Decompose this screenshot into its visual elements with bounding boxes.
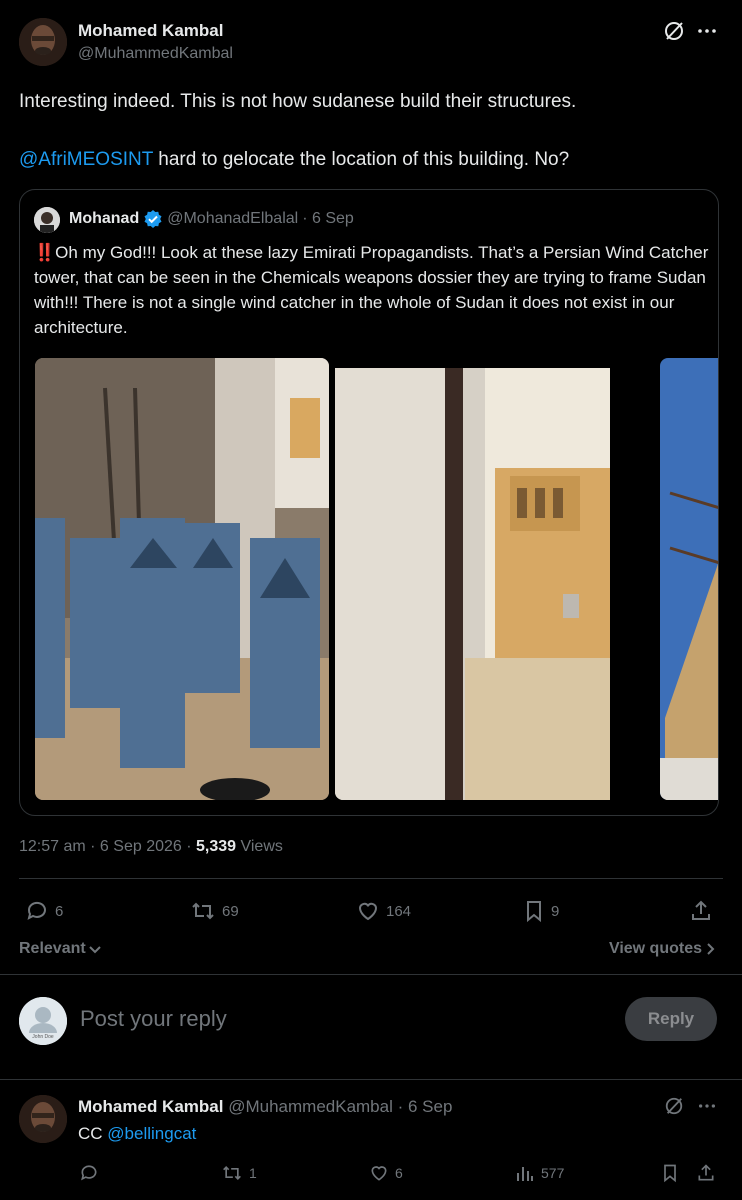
quote-author-row: Mohanad @MohanadElbalal · 6 Sep xyxy=(69,209,354,229)
reply-button[interactable]: Reply xyxy=(625,997,717,1041)
reply-input[interactable]: Post your reply xyxy=(80,1006,227,1032)
author-avatar[interactable] xyxy=(19,18,67,66)
post-meta: 12:57 am · 6 Sep 2026 · 5,339 Views xyxy=(19,838,283,856)
reply-repost-count: 1 xyxy=(249,1165,257,1181)
share-icon[interactable] xyxy=(696,1163,716,1183)
heart-icon xyxy=(369,1163,389,1183)
views-count: 5,339 xyxy=(196,838,237,855)
reply-like-count: 6 xyxy=(395,1165,403,1181)
reply-icon xyxy=(79,1163,99,1183)
grok-icon[interactable] xyxy=(663,20,685,42)
reply-repost-action[interactable]: 1 xyxy=(221,1163,257,1183)
reply-mention-link[interactable]: @bellingcat xyxy=(107,1124,196,1143)
reply-reply-action[interactable] xyxy=(79,1163,105,1183)
view-quotes-link[interactable]: View quotes xyxy=(609,940,716,958)
heart-icon xyxy=(356,899,380,923)
mention-link[interactable]: @AfriMEOSINT xyxy=(19,149,153,170)
divider xyxy=(19,878,723,879)
post-time[interactable]: 12:57 am · 6 Sep 2026 · xyxy=(19,838,196,855)
reply-count: 6 xyxy=(55,902,64,920)
more-icon[interactable] xyxy=(697,1096,717,1116)
reply-author-handle[interactable]: @MuhammedKambal xyxy=(228,1097,393,1116)
bookmark-action[interactable]: 9 xyxy=(523,899,559,923)
like-count: 164 xyxy=(386,902,412,920)
like-action[interactable]: 164 xyxy=(356,899,411,923)
repost-icon xyxy=(221,1163,243,1183)
repost-count: 69 xyxy=(222,902,239,920)
reply-like-action[interactable]: 6 xyxy=(369,1163,403,1183)
post-text-line1: Interesting indeed. This is not how suda… xyxy=(19,91,577,112)
reply-text-prefix: CC xyxy=(78,1124,108,1143)
bookmark-icon xyxy=(523,899,545,923)
post-text-line2: @AfriMEOSINT hard to gelocate the locati… xyxy=(19,148,569,172)
more-icon[interactable] xyxy=(696,20,718,42)
verified-badge-icon xyxy=(143,209,163,229)
divider xyxy=(0,974,742,975)
sort-relevant-label: Relevant xyxy=(19,940,86,957)
grok-icon[interactable] xyxy=(664,1096,684,1116)
quote-media-3[interactable] xyxy=(660,358,718,800)
reply-views-count: 577 xyxy=(541,1165,565,1181)
quote-body: Oh my God!!! Look at these lazy Emirati … xyxy=(34,243,709,337)
quoted-post[interactable]: Mohanad @MohanadElbalal · 6 Sep ‼️Oh my … xyxy=(19,189,719,816)
views-label: Views xyxy=(236,838,283,855)
divider xyxy=(0,1079,742,1080)
post-text-rest: hard to gelocate the location of this bu… xyxy=(153,149,570,170)
view-quotes-label: View quotes xyxy=(608,940,702,957)
reply-author-row: Mohamed Kambal @MuhammedKambal · 6 Sep xyxy=(78,1097,452,1117)
quote-media-2[interactable] xyxy=(335,358,653,800)
quote-date[interactable]: · 6 Sep xyxy=(302,210,354,228)
bookmark-icon[interactable] xyxy=(660,1163,680,1183)
repost-action[interactable]: 69 xyxy=(190,899,239,923)
reply-action[interactable]: 6 xyxy=(25,899,63,923)
bookmark-count: 9 xyxy=(551,902,560,920)
reply-author-name[interactable]: Mohamed Kambal xyxy=(78,1097,223,1116)
reply-text: CC @bellingcat xyxy=(78,1124,196,1144)
sort-relevant[interactable]: Relevant xyxy=(19,940,102,958)
quote-author-name[interactable]: Mohanad xyxy=(69,210,139,228)
quote-media-1[interactable] xyxy=(35,358,329,800)
author-name[interactable]: Mohamed Kambal xyxy=(78,21,223,41)
reply-icon xyxy=(25,899,49,923)
reply-date[interactable]: · 6 Sep xyxy=(393,1097,453,1116)
reply-views-action[interactable]: 577 xyxy=(515,1163,564,1183)
repost-icon xyxy=(190,899,216,923)
chevron-down-icon xyxy=(88,942,102,956)
quote-author-avatar[interactable] xyxy=(34,207,60,233)
views-chart-icon xyxy=(515,1163,535,1183)
author-handle[interactable]: @MuhammedKambal xyxy=(78,45,233,63)
reply-author-avatar[interactable] xyxy=(19,1095,67,1143)
composer-avatar-caption: John Doe xyxy=(32,1034,54,1040)
quote-text: ‼️Oh my God!!! Look at these lazy Emirat… xyxy=(34,240,709,340)
chevron-right-icon xyxy=(704,942,716,956)
quote-author-handle[interactable]: @MohanadElbalal xyxy=(167,210,298,228)
alert-icon: ‼️ xyxy=(34,243,56,262)
share-icon[interactable] xyxy=(689,899,713,923)
composer-avatar[interactable]: John Doe xyxy=(19,997,67,1045)
